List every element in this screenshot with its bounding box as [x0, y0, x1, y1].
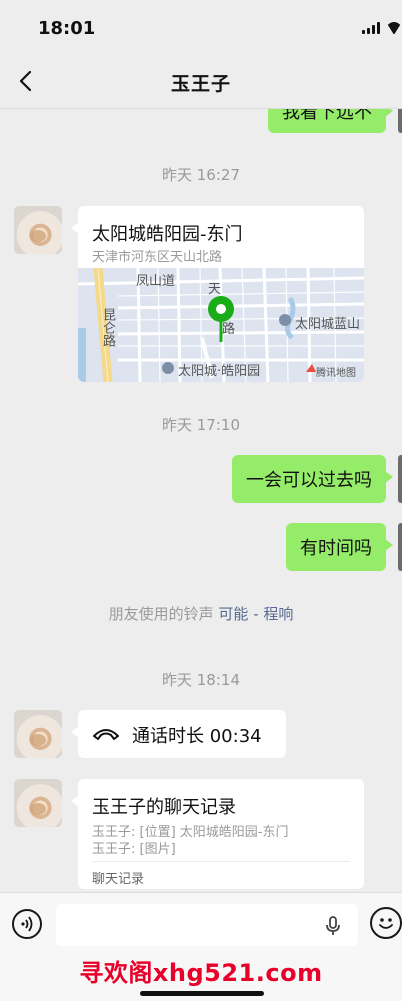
ringtone-notice: 朋友使用的铃声 可能 - 程响: [0, 603, 402, 624]
input-bar: 寻欢阁xhg521.com: [0, 892, 402, 1001]
status-icons: [362, 22, 402, 34]
chat-area[interactable]: 我看下远不 昨天 16:27 太阳城皓阳园-东门 天津市河东区天山北路 凤山道 …: [0, 109, 402, 892]
phone-hangup-icon: [93, 729, 119, 740]
map-label: 天: [208, 282, 222, 297]
microphone-icon[interactable]: [322, 915, 344, 937]
record-line: 玉王子: [图片]: [92, 842, 176, 857]
emoji-icon: [379, 918, 393, 929]
message-text: 一会可以过去吗: [246, 470, 372, 491]
location-address: 天津市河东区天山北路: [92, 250, 223, 265]
voice-icon: [21, 916, 33, 932]
timestamp: 昨天 17:10: [162, 416, 240, 434]
message-outgoing[interactable]: 有时间吗: [286, 523, 393, 571]
site-watermark: 寻欢阁xhg521.com: [79, 959, 323, 987]
map-preview[interactable]: 凤山道 天 路 昆仑路 太阳城蓝山 太阳城·皓阳园 腾讯地图: [78, 268, 364, 382]
map-label: 太阳城蓝山: [295, 317, 361, 332]
status-time: 18:01: [38, 18, 96, 39]
signal-icon: [362, 22, 380, 34]
contact-avatar[interactable]: [14, 206, 62, 254]
self-avatar[interactable]: [398, 109, 402, 133]
call-duration: 通话时长 00:34: [132, 726, 262, 747]
message-outgoing[interactable]: 一会可以过去吗: [232, 455, 393, 503]
map-label: 路: [222, 322, 236, 337]
contact-avatar[interactable]: [14, 779, 62, 827]
status-bar: 18:01: [0, 0, 402, 56]
wifi-icon: [386, 22, 402, 34]
emoji-button[interactable]: [370, 907, 402, 939]
timestamp: 昨天 18:14: [162, 671, 240, 689]
record-footer: 聊天记录: [92, 861, 350, 887]
record-title: 玉王子的聊天记录: [92, 797, 236, 818]
map-label: 昆仑路: [100, 308, 115, 347]
ringtone-prefix: 朋友使用的铃声: [108, 605, 214, 623]
location-card[interactable]: 太阳城皓阳园-东门 天津市河东区天山北路 凤山道 天 路 昆仑路 太阳城蓝山 太…: [71, 206, 364, 382]
map-label: 凤山道: [136, 274, 176, 289]
message-outgoing-partial[interactable]: 我看下远不: [268, 109, 393, 133]
nav-bar: 玉王子: [0, 56, 402, 109]
timestamp: 昨天 16:27: [162, 166, 240, 184]
location-title: 太阳城皓阳园-东门: [92, 224, 243, 245]
message-input[interactable]: [56, 904, 358, 946]
chat-title: 玉王子: [170, 73, 231, 95]
message-text: 我看下远不: [282, 109, 372, 123]
chat-record-card[interactable]: 玉王子的聊天记录 玉王子: [位置] 太阳城皓阳园-东门 玉王子: [图片] 聊…: [71, 779, 364, 889]
call-record-bubble[interactable]: 通话时长 00:34: [71, 710, 286, 758]
map-watermark: 腾讯地图: [316, 368, 356, 379]
ringtone-link[interactable]: 可能 - 程响: [218, 605, 293, 623]
map-label: 太阳城·皓阳园: [178, 364, 261, 379]
home-indicator[interactable]: [140, 991, 264, 996]
contact-avatar[interactable]: [14, 710, 62, 758]
self-avatar[interactable]: [398, 455, 402, 503]
voice-toggle-button[interactable]: [12, 909, 42, 939]
self-avatar[interactable]: [398, 523, 402, 571]
message-text: 有时间吗: [300, 538, 372, 559]
